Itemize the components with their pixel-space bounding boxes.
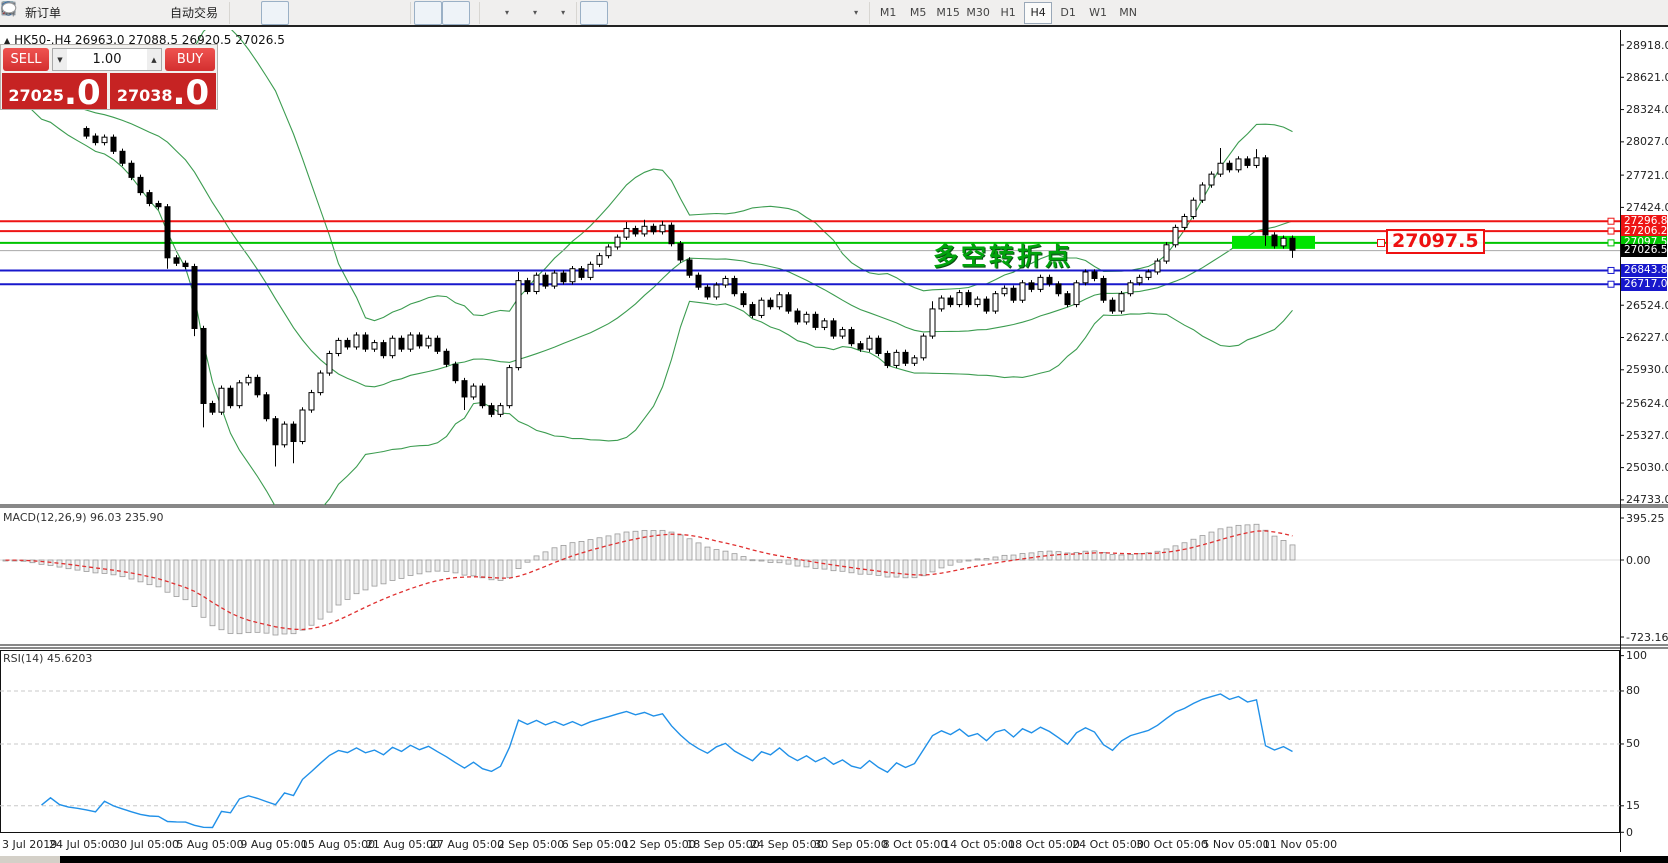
buy-price-frac: .0 <box>173 80 210 107</box>
price-tick-label: 25624.0 <box>1626 397 1668 410</box>
date-label: 27 Aug 05:00 <box>430 838 504 851</box>
rsi-tick-label: 50 <box>1626 737 1640 750</box>
date-label: 18 Oct 05:00 <box>1008 838 1080 851</box>
bottom-corner <box>0 856 60 863</box>
buy-button[interactable]: BUY <box>165 48 215 71</box>
date-label: 11 Nov 05:00 <box>1263 838 1337 851</box>
macd-label: MACD(12,26,9) 96.03 235.90 <box>3 511 164 524</box>
macd-tick-label: -723.16 <box>1626 631 1668 644</box>
date-label: 24 Sep 05:00 <box>750 838 823 851</box>
volume-up-button[interactable]: ▲ <box>147 49 161 70</box>
price-tick-label: 28918.0 <box>1626 39 1668 52</box>
volume-value[interactable]: 1.00 <box>67 49 147 70</box>
date-label: 8 Oct 05:00 <box>883 838 948 851</box>
callout-marker <box>1377 239 1385 247</box>
date-label: 5 Nov 05:00 <box>1202 838 1269 851</box>
date-label: 18 Sep 05:00 <box>686 838 759 851</box>
date-label: 24 Oct 05:00 <box>1072 838 1144 851</box>
rsi-tick-label: 100 <box>1626 649 1647 662</box>
price-tick-label: 25030.0 <box>1626 461 1668 474</box>
date-label: 30 Jul 05:00 <box>113 838 179 851</box>
sell-price[interactable]: 27025.0 <box>2 73 107 109</box>
price-tick-label: 28324.0 <box>1626 103 1668 116</box>
mt4-window: 新订单自动交易▾▾▾EFAT▾M1M5M15M30H1H4D1W1MN ▲ HK… <box>0 0 1668 863</box>
price-tick-label: 25327.0 <box>1626 429 1668 442</box>
volume-stepper[interactable]: ▼ 1.00 ▲ <box>52 48 162 71</box>
sell-button[interactable]: SELL <box>3 48 49 71</box>
price-tick-label: 26524.0 <box>1626 299 1668 312</box>
price-tag: 26843.8 <box>1621 264 1667 277</box>
date-label: 9 Aug 05:00 <box>240 838 307 851</box>
price-tick-label: 24733.0 <box>1626 493 1668 506</box>
date-label: 24 Jul 05:00 <box>49 838 115 851</box>
bottom-window-edge <box>60 856 1668 863</box>
price-tag: 26717.0 <box>1621 278 1667 291</box>
volume-down-button[interactable]: ▼ <box>53 49 67 70</box>
date-label: 14 Oct 05:00 <box>943 838 1015 851</box>
price-tick-label: 26227.0 <box>1626 331 1668 344</box>
price-callout-label: 27097.5 <box>1386 229 1485 254</box>
price-tick-label: 28027.0 <box>1626 135 1668 148</box>
rsi-tick-label: 15 <box>1626 799 1640 812</box>
date-label: 30 Sep 05:00 <box>814 838 887 851</box>
chart-svg <box>0 0 1668 863</box>
macd-tick-label: 395.25 <box>1626 512 1665 525</box>
macd-tick-label: 0.00 <box>1626 554 1651 567</box>
date-label: 12 Sep 05:00 <box>622 838 695 851</box>
date-label: 5 Aug 05:00 <box>176 838 243 851</box>
rsi-label: RSI(14) 45.6203 <box>3 652 92 665</box>
date-label: 30 Oct 05:00 <box>1136 838 1208 851</box>
price-tick-label: 28621.0 <box>1626 71 1668 84</box>
buy-price-main: 27038 <box>117 88 173 104</box>
buy-price[interactable]: 27038.0 <box>110 73 216 109</box>
price-tick-label: 27424.0 <box>1626 201 1668 214</box>
sell-price-main: 27025 <box>8 88 64 104</box>
date-label: 15 Aug 05:00 <box>301 838 375 851</box>
rsi-tick-label: 0 <box>1626 826 1633 839</box>
date-label: 2 Sep 05:00 <box>498 838 564 851</box>
price-tick-label: 25930.0 <box>1626 363 1668 376</box>
date-label: 6 Sep 05:00 <box>562 838 628 851</box>
pivot-annotation: 多空转折点 <box>933 237 1073 273</box>
sell-price-frac: .0 <box>64 80 101 107</box>
rsi-tick-label: 80 <box>1626 684 1640 697</box>
price-tick-label: 27721.0 <box>1626 169 1668 182</box>
one-click-trading-panel: SELL ▼ 1.00 ▲ BUY 27025.0 27038.0 <box>0 44 218 110</box>
price-tag: 27026.5 <box>1621 244 1667 257</box>
